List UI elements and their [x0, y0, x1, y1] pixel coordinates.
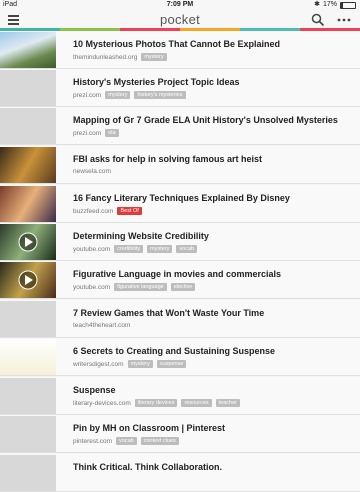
status-bar: iPad 7:09 PM ✱ 17% — [0, 0, 360, 10]
clock: 7:09 PM — [166, 1, 194, 8]
search-icon[interactable] — [311, 13, 325, 27]
item-meta: buzzfeed.com Best Of — [73, 207, 142, 215]
item-thumbnail — [0, 147, 56, 183]
list-item[interactable]: History's Mysteries Project Topic Ideas p… — [0, 69, 360, 107]
item-tag[interactable]: teacher — [215, 399, 240, 407]
item-domain: themindunleashed.org — [73, 53, 138, 61]
list-item[interactable]: Figurative Language in movies and commer… — [0, 261, 360, 299]
item-thumbnail — [0, 108, 56, 144]
item-domain: buzzfeed.com — [73, 207, 114, 215]
item-domain: youtube.com — [73, 283, 111, 291]
item-title: Mapping of Gr 7 Grade ELA Unit History's… — [73, 115, 338, 125]
list-item[interactable]: 7 Review Games that Won't Waste Your Tim… — [0, 300, 360, 338]
item-title: 6 Secrets to Creating and Sustaining Sus… — [73, 346, 276, 356]
bluetooth-icon: ✱ — [314, 1, 320, 8]
more-dots-icon[interactable] — [336, 13, 352, 27]
saved-items-list: 10 Mysterious Photos That Cannot Be Expl… — [0, 31, 360, 492]
item-meta: youtube.com credibility mystery vocab — [73, 245, 198, 253]
item-tag[interactable]: figurative language — [114, 283, 167, 291]
list-item[interactable]: Think Critical. Think Collaboration. — [0, 454, 360, 492]
item-title: 16 Fancy Literary Techniques Explained B… — [73, 193, 290, 203]
item-tag[interactable]: mystery — [147, 245, 173, 253]
item-tag[interactable]: mystery — [105, 91, 131, 99]
item-tag[interactable]: ela — [105, 129, 119, 137]
item-title: Suspense — [73, 385, 116, 395]
item-title: FBI asks for help in solving famous art … — [73, 154, 263, 164]
battery-percent: 17% — [322, 1, 337, 8]
item-title: Determining Website Credibility — [73, 231, 209, 241]
item-meta: themindunleashed.org mystery — [73, 53, 167, 61]
item-thumbnail — [0, 186, 56, 222]
item-domain: prezi.com — [73, 91, 102, 99]
item-domain: prezi.com — [73, 129, 102, 137]
item-thumbnail — [0, 301, 56, 337]
item-title: Pin by MH on Classroom | Pinterest — [73, 423, 226, 433]
item-thumbnail — [0, 455, 56, 491]
item-tag[interactable]: credibility — [114, 245, 144, 253]
play-icon — [18, 270, 38, 290]
item-tag[interactable]: resources — [181, 399, 212, 407]
item-thumbnail — [0, 32, 56, 68]
item-tag[interactable]: mystery — [127, 360, 153, 368]
list-item[interactable]: Determining Website Credibility youtube.c… — [0, 223, 360, 261]
item-title: Figurative Language in movies and commer… — [73, 269, 282, 279]
battery-icon — [340, 1, 356, 9]
item-domain: pinterest.com — [73, 437, 113, 445]
item-tag[interactable]: literary devices — [134, 399, 178, 407]
item-thumbnail — [0, 262, 56, 298]
item-thumbnail — [0, 224, 56, 260]
item-meta: writersdigest.com mystery suspense — [73, 360, 187, 368]
item-tag[interactable]: history's mysteries — [134, 91, 186, 99]
item-tag[interactable]: suspense — [156, 360, 187, 368]
item-tag[interactable]: context clues — [140, 437, 179, 445]
battery-status: ✱ 17% — [314, 0, 356, 10]
item-tag[interactable]: mystery — [141, 53, 167, 61]
list-item[interactable]: Suspense literary-devices.com literary dev… — [0, 377, 360, 415]
app-logo: pocket — [159, 12, 201, 27]
item-meta: prezi.com mystery history's mysteries — [73, 91, 186, 99]
item-thumbnail — [0, 378, 56, 414]
item-tag[interactable]: elective — [170, 283, 196, 291]
item-meta: teach4theheart.com — [73, 322, 130, 329]
list-item[interactable]: Pin by MH on Classroom | Pinterest pinter… — [0, 415, 360, 453]
list-item[interactable]: 10 Mysterious Photos That Cannot Be Expl… — [0, 31, 360, 69]
item-title: 7 Review Games that Won't Waste Your Tim… — [73, 308, 265, 318]
play-icon — [18, 232, 38, 252]
top-nav: pocket — [0, 10, 360, 30]
item-tag[interactable]: Best Of — [117, 207, 142, 215]
item-domain: writersdigest.com — [73, 360, 124, 368]
item-thumbnail — [0, 339, 56, 375]
item-domain: youtube.com — [73, 245, 111, 253]
item-meta: pinterest.com vocab context clues — [73, 437, 179, 445]
item-meta: newsela.com — [73, 168, 111, 175]
item-domain: literary-devices.com — [73, 399, 131, 407]
item-title: 10 Mysterious Photos That Cannot Be Expl… — [73, 39, 281, 49]
list-item[interactable]: 16 Fancy Literary Techniques Explained B… — [0, 185, 360, 223]
item-title: Think Critical. Think Collaboration. — [73, 462, 223, 472]
list-item[interactable]: 6 Secrets to Creating and Sustaining Sus… — [0, 338, 360, 376]
item-meta: literary-devices.com literary devices reso… — [73, 399, 240, 407]
item-thumbnail — [0, 70, 56, 106]
list-item[interactable]: Mapping of Gr 7 Grade ELA Unit History's… — [0, 107, 360, 145]
item-meta: youtube.com figurative language elective — [73, 283, 196, 291]
item-domain: newsela.com — [73, 168, 111, 175]
item-tag[interactable]: vocab — [116, 437, 137, 445]
item-thumbnail — [0, 416, 56, 452]
item-domain: teach4theheart.com — [73, 322, 131, 329]
item-meta: prezi.com ela — [73, 129, 119, 137]
list-item[interactable]: FBI asks for help in solving famous art … — [0, 146, 360, 184]
item-title: History's Mysteries Project Topic Ideas — [73, 77, 240, 87]
item-tag[interactable]: vocab — [176, 245, 198, 253]
